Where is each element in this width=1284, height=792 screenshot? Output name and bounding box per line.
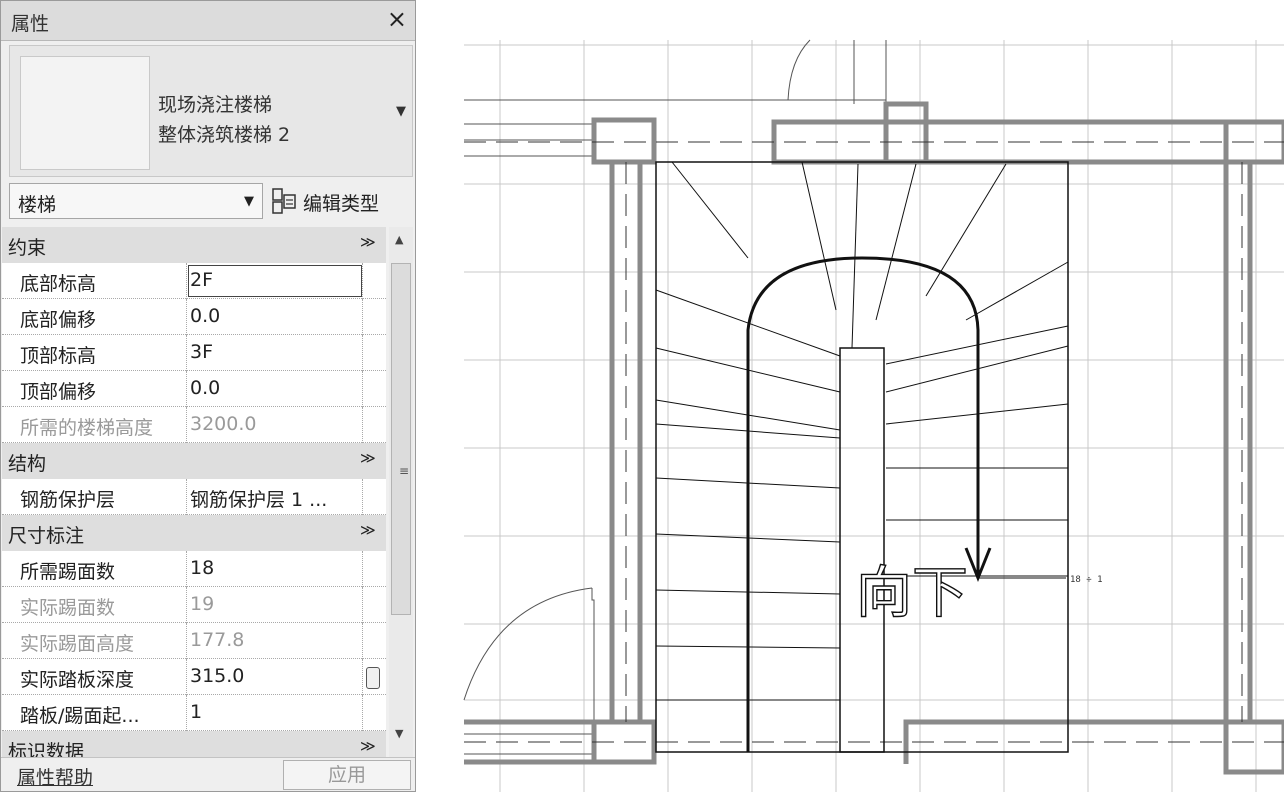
type-name: 整体浇筑楼梯 2 (158, 124, 291, 146)
property-row-actual-riser-height: 实际踢面高度 177.8 (2, 623, 386, 659)
walls (464, 101, 1284, 775)
group-label: 标识数据 (8, 741, 85, 757)
property-row-top-level[interactable]: 顶部标高 3F (2, 335, 386, 371)
chevron-down-icon[interactable]: ▼ (396, 104, 406, 119)
property-row-actual-risers: 实际踢面数 19 (2, 587, 386, 623)
property-label: 顶部偏移 (20, 381, 97, 403)
property-value: 19 (190, 593, 215, 615)
drawing-canvas[interactable]: 向下 18 ÷ 1 (416, 0, 1284, 792)
property-label: 底部标高 (20, 273, 97, 295)
group-header-identity-data[interactable]: 标识数据 ≫ (2, 731, 386, 757)
property-value: 177.8 (190, 629, 245, 651)
panel-title: 属性 (11, 13, 50, 35)
property-label: 实际踢面高度 (20, 633, 135, 655)
property-value[interactable]: 18 (190, 557, 360, 579)
property-row-top-offset[interactable]: 顶部偏移 0.0 (2, 371, 386, 407)
grip-icon: ≡ (399, 464, 410, 478)
property-row-base-offset[interactable]: 底部偏移 0.0 (2, 299, 386, 335)
category-filter-value: 楼梯 (18, 194, 57, 216)
edit-type-icon (272, 188, 296, 214)
edit-type-label: 编辑类型 (303, 193, 380, 215)
scroll-up-icon[interactable]: ▲ (395, 233, 403, 246)
wall-outlines (463, 39, 887, 755)
scrollbar-thumb[interactable]: ≡ (391, 263, 411, 615)
group-header-constraints[interactable]: 约束 ≫ (2, 227, 386, 263)
filter-row: 楼梯 ▼ 编辑类型 (9, 181, 413, 223)
collapse-icon[interactable]: ≫ (360, 233, 376, 251)
collapse-icon[interactable]: ≫ (360, 449, 376, 467)
dash-lines (464, 141, 1284, 743)
property-label: 钢筋保护层 (20, 489, 116, 511)
property-label: 顶部标高 (20, 345, 97, 367)
property-row-base-level[interactable]: 底部标高 2F (2, 263, 386, 299)
property-label: 所需踢面数 (20, 561, 116, 583)
property-value[interactable]: 1 (190, 701, 360, 723)
property-label: 底部偏移 (20, 309, 97, 331)
panel-titlebar: 属性 × (1, 1, 415, 41)
property-label: 实际踏板深度 (20, 669, 135, 691)
property-row-actual-tread-depth[interactable]: 实际踏板深度 315.0 (2, 659, 386, 695)
panel-footer: 属性帮助 应用 (1, 757, 415, 791)
property-value[interactable]: 2F (190, 269, 360, 291)
group-header-dimensions[interactable]: 尺寸标注 ≫ (2, 515, 386, 551)
type-preview-image (20, 56, 150, 170)
property-value[interactable]: 0.0 (190, 377, 360, 399)
property-label: 所需的楼梯高度 (20, 417, 154, 439)
group-label: 约束 (8, 237, 47, 259)
properties-panel: 属性 × 现场浇注楼梯 整体浇筑楼梯 2 ▼ 楼梯 ▼ 编辑类型 约束 ≫ 底部… (0, 0, 416, 792)
category-filter-dropdown[interactable]: 楼梯 ▼ (9, 183, 263, 219)
type-selector[interactable]: 现场浇注楼梯 整体浇筑楼梯 2 ▼ (9, 45, 413, 177)
property-row-rebar-cover[interactable]: 钢筋保护层 钢筋保护层 1 ... (2, 479, 386, 515)
riser-count-label: 18 ÷ 1 (1070, 575, 1103, 585)
property-value[interactable]: 钢筋保护层 1 ... (190, 485, 360, 512)
collapse-icon[interactable]: ≫ (360, 737, 376, 755)
property-value[interactable]: 3F (190, 341, 360, 363)
property-row-desired-stair-height: 所需的楼梯高度 3200.0 (2, 407, 386, 443)
family-name: 现场浇注楼梯 (158, 94, 273, 116)
property-value: 3200.0 (190, 413, 257, 435)
properties-grid: 约束 ≫ 底部标高 2F 底部偏移 0.0 顶部标高 3F 顶部偏移 0.0 所… (2, 227, 386, 757)
scroll-down-icon[interactable]: ▼ (395, 727, 403, 740)
tread-depth-toggle[interactable] (366, 667, 380, 689)
properties-help-link[interactable]: 属性帮助 (17, 763, 93, 790)
stair (655, 161, 1069, 753)
floor-plan-drawing: 向下 18 ÷ 1 (463, 39, 1284, 792)
close-icon[interactable]: × (387, 5, 407, 33)
stair-direction-label: 向下 (856, 561, 968, 626)
property-row-desired-risers[interactable]: 所需踢面数 18 (2, 551, 386, 587)
properties-scrollbar[interactable]: ▲ ≡ ▼ (389, 227, 413, 757)
property-row-tread-riser-start[interactable]: 踏板/踢面起... 1 (2, 695, 386, 731)
group-header-structure[interactable]: 结构 ≫ (2, 443, 386, 479)
group-label: 尺寸标注 (8, 525, 85, 547)
collapse-icon[interactable]: ≫ (360, 521, 376, 539)
property-label: 实际踢面数 (20, 597, 116, 619)
property-value[interactable]: 0.0 (190, 305, 360, 327)
chevron-down-icon: ▼ (244, 194, 254, 209)
group-label: 结构 (8, 453, 47, 475)
apply-button[interactable]: 应用 (283, 760, 411, 790)
reference-grid (464, 40, 1284, 792)
property-label: 踏板/踢面起... (20, 705, 140, 727)
property-value[interactable]: 315.0 (190, 665, 360, 687)
